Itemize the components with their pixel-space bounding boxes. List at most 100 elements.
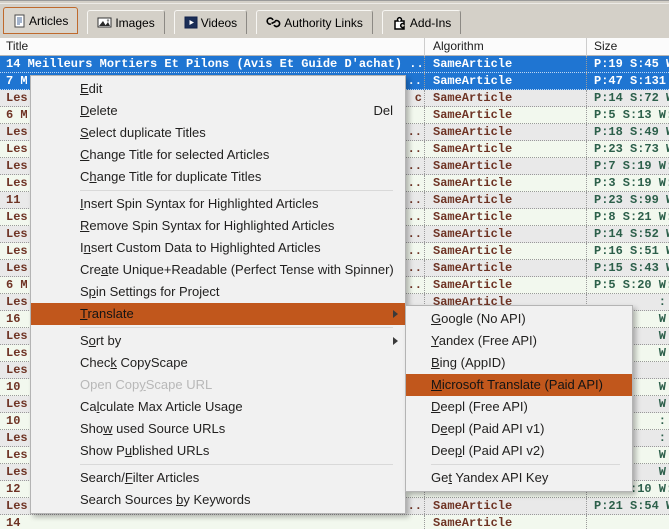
menu-item-label: Deepl (Paid API v2) [431,443,544,458]
menu-item-label: Edit [80,81,102,96]
cell-algorithm: SameArticle [424,107,586,123]
cell-algorithm: SameArticle [424,175,586,191]
title-overflow-fragment: .. [408,73,422,89]
table-row[interactable]: 14SameArticle [0,515,669,529]
tab-label: Authority Links [284,16,363,30]
menu-item-remove-spin-syntax-for-highlighted-articles[interactable]: Remove Spin Syntax for Highlighted Artic… [31,215,405,237]
addins-icon [392,16,407,30]
menu-item-label: Create Unique+Readable (Perfect Tense wi… [80,262,394,277]
title-overflow-fragment: .. [408,158,422,174]
menu-item-create-unique-readable-perfect-tense-with-spinner[interactable]: Create Unique+Readable (Perfect Tense wi… [31,259,405,281]
title-overflow-fragment: .. [408,277,422,293]
menu-item-label: Delete [80,103,118,118]
menu-item-show-used-source-urls[interactable]: Show used Source URLs [31,418,405,440]
menu-item-spin-settings-for-project[interactable]: Spin Settings for Project [31,281,405,303]
tab-add-ins[interactable]: Add-Ins [382,10,461,34]
cell-size: P:21 S:54 W [586,498,669,514]
translate-submenu: Google (No API) Yandex (Free API) Bing (Ap… [405,305,633,492]
menu-item-label: Deepl (Paid API v1) [431,421,544,436]
tab-articles[interactable]: Articles [3,7,78,34]
menu-item-label: Insert Spin Syntax for Highlighted Artic… [80,196,318,211]
window-top-border [0,0,669,1]
table-row[interactable]: 14 Meilleurs Mortiers Et Pilons (Avis Et… [0,56,669,73]
tab-label: Videos [201,16,237,30]
authority-links-icon [266,16,281,29]
menu-item-label: Yandex (Free API) [431,333,537,348]
submenu-arrow-icon [393,310,398,318]
cell-algorithm: SameArticle [424,141,586,157]
menu-item-bing-appid[interactable]: Bing (AppID) [406,352,632,374]
menu-item-microsoft-translate-paid-api[interactable]: Microsoft Translate (Paid API) [406,374,632,396]
menu-item-show-published-urls[interactable]: Show Published URLs [31,440,405,462]
cell-size: P:5 S:13 W: [586,107,669,123]
submenu-arrow-icon [393,337,398,345]
menu-item-deepl-paid-api-v1[interactable]: Deepl (Paid API v1) [406,418,632,440]
cell-size: P:7 S:19 W: [586,158,669,174]
menu-item-label: Search Sources by Keywords [80,492,251,507]
menu-item-change-title-for-selected-articles[interactable]: Change Title for selected Articles [31,144,405,166]
menu-item-delete[interactable]: Delete Del [31,100,405,122]
cell-algorithm: SameArticle [424,124,586,140]
menu-item-yandex-free-api[interactable]: Yandex (Free API) [406,330,632,352]
menu-item-translate[interactable]: Translate [31,303,405,325]
menu-item-select-duplicate-titles[interactable]: Select duplicate Titles [31,122,405,144]
menu-item-deepl-paid-api-v2[interactable]: Deepl (Paid API v2) [406,440,632,462]
menu-item-search-sources-by-keywords[interactable]: Search Sources by Keywords [31,489,405,511]
cell-size: P:18 S:49 W [586,124,669,140]
menu-item-get-yandex-api-key[interactable]: Get Yandex API Key [406,467,632,489]
tab-label: Images [115,16,154,30]
tab-authority-links[interactable]: Authority Links [256,10,373,34]
menu-item-insert-spin-syntax-for-highlighted-articles[interactable]: Insert Spin Syntax for Highlighted Artic… [31,193,405,215]
cell-size: P:16 S:51 W [586,243,669,259]
column-header-algorithm[interactable]: Algorithm [424,38,586,56]
menu-item-check-copyscape[interactable]: Check CopyScape [31,352,405,374]
menu-item-label: Microsoft Translate (Paid API) [431,377,603,392]
cell-algorithm: SameArticle [424,158,586,174]
cell-size: P:23 S:99 W [586,192,669,208]
cell-size: P:8 S:21 W: [586,209,669,225]
menu-item-label: Show Published URLs [80,443,209,458]
menu-item-label: Calculate Max Article Usage [80,399,243,414]
app-window: Articles Images Videos Authority Links Add-I… [0,0,669,529]
cell-algorithm: SameArticle [424,56,586,72]
menu-separator [80,464,393,465]
menu-separator [80,327,393,328]
menu-item-label: Search/Filter Articles [80,470,199,485]
title-overflow-fragment: .. [408,175,422,191]
menu-item-change-title-for-duplicate-titles[interactable]: Change Title for duplicate Titles [31,166,405,188]
cell-size: P:14 S:52 W [586,226,669,242]
column-header-title[interactable]: Title [0,38,424,56]
menu-separator [80,190,393,191]
menu-item-label: Deepl (Free API) [431,399,528,414]
menu-item-search-filter-articles[interactable]: Search/Filter Articles [31,467,405,489]
tab-bar: Articles Images Videos Authority Links Add-I… [0,9,669,34]
menu-item-deepl-free-api[interactable]: Deepl (Free API) [406,396,632,418]
menu-item-label: Spin Settings for Project [80,284,219,299]
videos-icon [184,16,198,29]
cell-algorithm: SameArticle [424,260,586,276]
cell-algorithm: SameArticle [424,90,586,106]
tab-label: Articles [29,14,68,28]
column-header-size[interactable]: Size [586,38,669,56]
cell-size: P:15 S:43 W [586,260,669,276]
images-icon [97,16,112,29]
menu-item-label: Get Yandex API Key [431,470,548,485]
cell-algorithm: SameArticle [424,243,586,259]
menu-item-edit[interactable]: Edit [31,78,405,100]
menu-item-google-no-api[interactable]: Google (No API) [406,308,632,330]
cell-algorithm: SameArticle [424,515,586,529]
title-overflow-fragment: c [415,90,422,106]
tab-videos[interactable]: Videos [174,10,247,34]
menu-item-shortcut: Del [373,100,393,122]
menu-item-calculate-max-article-usage[interactable]: Calculate Max Article Usage [31,396,405,418]
cell-size [586,515,669,529]
title-overflow-fragment: .. [408,260,422,276]
menu-item-insert-custom-data-to-highlighted-articles[interactable]: Insert Custom Data to Highlighted Articl… [31,237,405,259]
menu-item-sort-by[interactable]: Sort by [31,330,405,352]
menu-item-label: Open CopyScape URL [80,377,212,392]
cell-algorithm: SameArticle [424,226,586,242]
tab-images[interactable]: Images [87,10,164,34]
title-overflow-fragment: .. [408,124,422,140]
cell-size: P:19 S:45 W [586,56,669,72]
toolbar-separator [0,3,669,4]
